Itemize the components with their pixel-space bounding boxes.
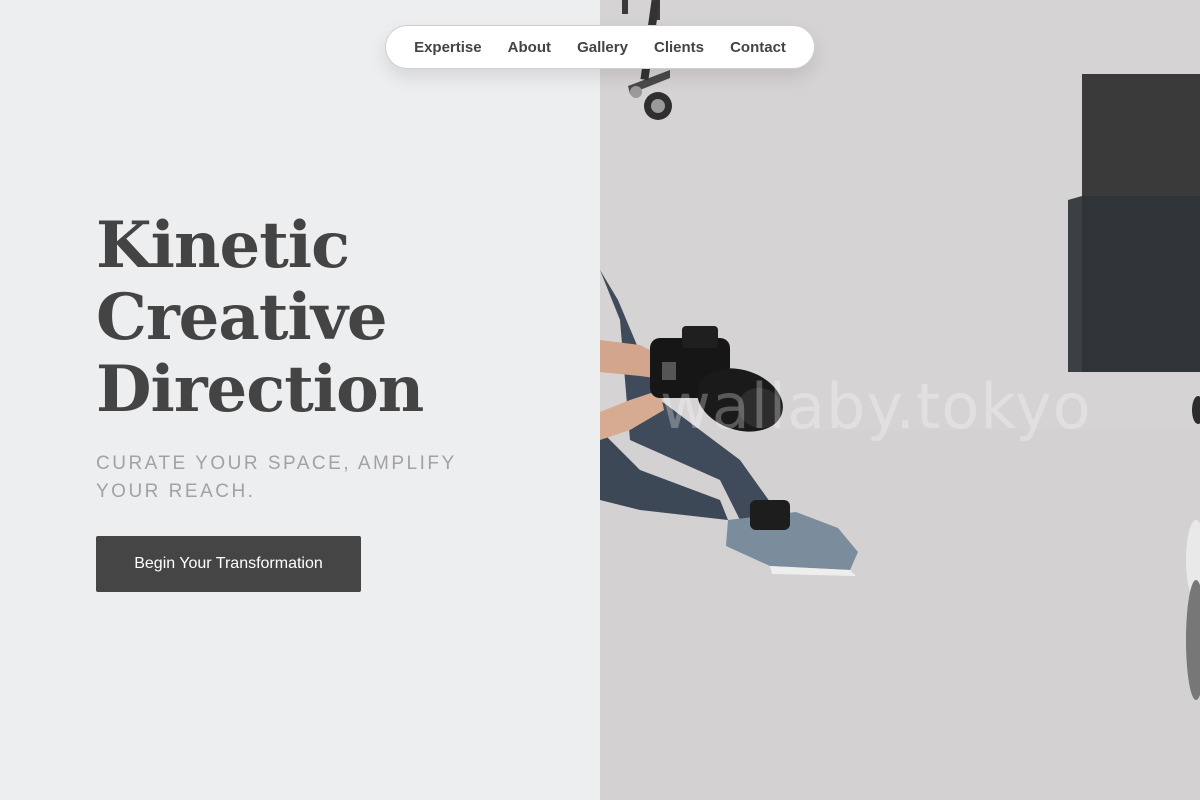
nav-item-contact[interactable]: Contact [724, 35, 792, 60]
hero-title-line-1: Kinetic [96, 208, 350, 283]
top-navigation: Expertise About Gallery Clients Contact [385, 25, 815, 69]
hero-subtitle: CURATE YOUR SPACE, AMPLIFY YOUR REACH. [96, 453, 457, 502]
watermark-text: wallaby.tokyo [660, 370, 1092, 443]
hero-left-panel: Kinetic Creative Direction CURATE YOUR S… [0, 0, 600, 800]
nav-item-expertise[interactable]: Expertise [408, 35, 488, 60]
nav-item-about[interactable]: About [502, 35, 557, 60]
hero-title-line-2: Creative [96, 280, 388, 355]
landing-page: Kinetic Creative Direction CURATE YOUR S… [0, 0, 1200, 800]
nav-item-clients[interactable]: Clients [648, 35, 710, 60]
begin-transformation-button[interactable]: Begin Your Transformation [96, 536, 361, 592]
nav-item-gallery[interactable]: Gallery [571, 35, 634, 60]
hero-title: Kinetic Creative Direction [96, 210, 576, 426]
hero-title-line-3: Direction [96, 352, 424, 427]
